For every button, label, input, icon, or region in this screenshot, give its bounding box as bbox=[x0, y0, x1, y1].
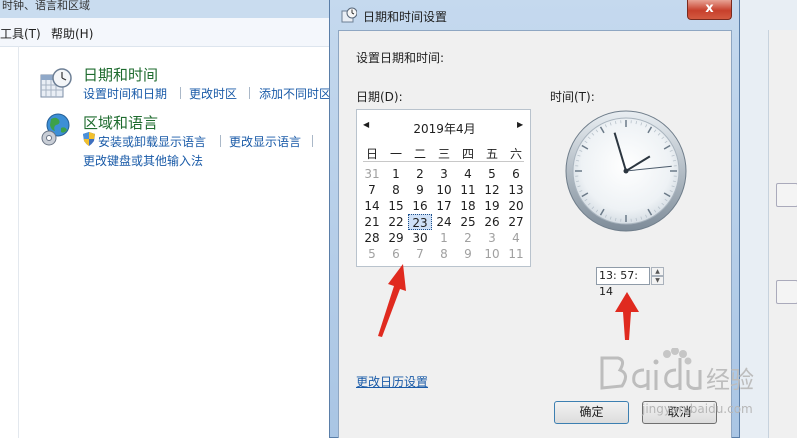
calendar-day-adjacent-month[interactable]: 31 bbox=[360, 166, 384, 182]
background-button[interactable] bbox=[776, 183, 797, 207]
calendar-day[interactable]: 19 bbox=[480, 198, 504, 214]
calendar-day[interactable]: 2 bbox=[408, 166, 432, 182]
calendar-day-adjacent-month[interactable]: 1 bbox=[432, 230, 456, 246]
weekday-label: 一 bbox=[389, 147, 402, 161]
background-window-title: 时钟、语言和区域 bbox=[2, 0, 90, 12]
change-timezone-link[interactable]: 更改时区 bbox=[189, 85, 237, 102]
weekday-label: 三 bbox=[437, 147, 450, 161]
calendar-day-selected[interactable]: 23 bbox=[408, 214, 432, 230]
calendar-day[interactable]: 4 bbox=[456, 166, 480, 182]
calendar-day[interactable]: 6 bbox=[504, 166, 528, 182]
calendar-day[interactable]: 16 bbox=[408, 198, 432, 214]
weekday-label: 四 bbox=[461, 147, 474, 161]
svg-text:经验: 经验 bbox=[706, 366, 754, 394]
weekday-label: 二 bbox=[413, 147, 426, 161]
calendar-day-adjacent-month[interactable]: 11 bbox=[504, 246, 528, 262]
calendar-day-adjacent-month[interactable]: 9 bbox=[456, 246, 480, 262]
panel-left-border bbox=[18, 46, 19, 438]
analog-clock bbox=[565, 110, 687, 232]
decrement-icon[interactable]: ▼ bbox=[651, 276, 664, 285]
calendar-month-title[interactable]: 2019年4月 bbox=[357, 120, 532, 137]
calendar-day[interactable]: 10 bbox=[432, 182, 456, 198]
calendar-day[interactable]: 3 bbox=[432, 166, 456, 182]
calendar-day[interactable]: 17 bbox=[432, 198, 456, 214]
install-display-language-link[interactable]: 安装或卸载显示语言 bbox=[98, 133, 206, 150]
calendar-day[interactable]: 18 bbox=[456, 198, 480, 214]
calendar-day[interactable]: 24 bbox=[432, 214, 456, 230]
calendar-day[interactable]: 14 bbox=[360, 198, 384, 214]
date-time-icon[interactable] bbox=[39, 67, 73, 99]
calendar-day[interactable]: 25 bbox=[456, 214, 480, 230]
calendar-day-adjacent-month[interactable]: 3 bbox=[480, 230, 504, 246]
region-language-icon[interactable] bbox=[39, 112, 73, 148]
link-separator bbox=[312, 135, 313, 147]
calendar-day[interactable]: 8 bbox=[384, 182, 408, 198]
annotation-arrow-time bbox=[615, 292, 639, 340]
calendar-day[interactable]: 29 bbox=[384, 230, 408, 246]
calendar-day[interactable]: 9 bbox=[408, 182, 432, 198]
uac-shield-icon bbox=[83, 132, 95, 146]
date-time-category-title[interactable]: 日期和时间 bbox=[83, 64, 158, 85]
calendar-day[interactable]: 1 bbox=[384, 166, 408, 182]
calendar-day[interactable]: 26 bbox=[480, 214, 504, 230]
calendar-day[interactable]: 20 bbox=[504, 198, 528, 214]
link-separator bbox=[220, 135, 221, 147]
calendar-day-adjacent-month[interactable]: 6 bbox=[384, 246, 408, 262]
time-label: 时间(T): bbox=[550, 90, 595, 104]
calendar-day[interactable]: 30 bbox=[408, 230, 432, 246]
dialog-clock-icon bbox=[341, 7, 357, 23]
calendar-day[interactable]: 28 bbox=[360, 230, 384, 246]
calendar-day[interactable]: 21 bbox=[360, 214, 384, 230]
calendar-day[interactable]: 15 bbox=[384, 198, 408, 214]
region-language-category-title[interactable]: 区域和语言 bbox=[83, 112, 158, 133]
menu-help[interactable]: 帮助(H) bbox=[51, 25, 93, 42]
calendar-day[interactable]: 7 bbox=[360, 182, 384, 198]
calendar-day[interactable]: 11 bbox=[456, 182, 480, 198]
calendar-day[interactable]: 22 bbox=[384, 214, 408, 230]
set-time-date-link[interactable]: 设置时间和日期 bbox=[83, 85, 167, 102]
calendar-day-adjacent-month[interactable]: 5 bbox=[360, 246, 384, 262]
calendar-day-adjacent-month[interactable]: 10 bbox=[480, 246, 504, 262]
time-spinner[interactable]: ▲ ▼ bbox=[651, 267, 664, 285]
increment-icon[interactable]: ▲ bbox=[651, 267, 664, 276]
menu-tools[interactable]: 工具(T) bbox=[0, 25, 41, 42]
calendar-day-adjacent-month[interactable]: 8 bbox=[432, 246, 456, 262]
calendar-day[interactable]: 13 bbox=[504, 182, 528, 198]
baidu-watermark-logo: 经验 bbox=[600, 348, 754, 394]
watermark-url: jingyan.baidu.com bbox=[642, 402, 753, 416]
link-separator bbox=[180, 87, 181, 99]
calendar-day[interactable]: 27 bbox=[504, 214, 528, 230]
calendar-day[interactable]: 12 bbox=[480, 182, 504, 198]
calendar-day-adjacent-month[interactable]: 2 bbox=[456, 230, 480, 246]
link-separator bbox=[249, 87, 250, 99]
ok-button[interactable]: 确定 bbox=[554, 401, 629, 424]
calendar-day-adjacent-month[interactable]: 7 bbox=[408, 246, 432, 262]
close-icon: x bbox=[705, 1, 714, 16]
calendar-day-adjacent-month[interactable]: 4 bbox=[504, 230, 528, 246]
date-label: 日期(D): bbox=[356, 90, 403, 104]
calendar-day[interactable]: 5 bbox=[480, 166, 504, 182]
time-input[interactable]: 13: 57: 14 bbox=[596, 267, 650, 298]
weekday-label: 日 bbox=[365, 147, 378, 161]
change-display-language-link[interactable]: 更改显示语言 bbox=[229, 133, 301, 150]
add-clocks-link[interactable]: 添加不同时区 bbox=[259, 85, 331, 102]
calendar-divider bbox=[363, 161, 524, 162]
weekday-label: 五 bbox=[485, 147, 498, 161]
month-calendar[interactable]: ◀ 2019年4月 ▶ 日一二三四五六 31 1 2 3 4 5 6 7 8 9 10 11 12 13 1… bbox=[356, 109, 531, 267]
next-month-icon[interactable]: ▶ bbox=[517, 120, 523, 129]
dialog-title: 日期和时间设置 bbox=[363, 10, 448, 24]
change-calendar-settings-link[interactable]: 更改日历设置 bbox=[356, 373, 428, 390]
change-keyboard-link[interactable]: 更改键盘或其他输入法 bbox=[83, 152, 203, 169]
background-button[interactable] bbox=[776, 280, 797, 304]
set-date-time-heading: 设置日期和时间: bbox=[356, 51, 445, 65]
annotation-arrow-date bbox=[378, 264, 406, 337]
weekday-label: 六 bbox=[509, 147, 522, 161]
close-button[interactable]: x bbox=[687, 0, 732, 20]
